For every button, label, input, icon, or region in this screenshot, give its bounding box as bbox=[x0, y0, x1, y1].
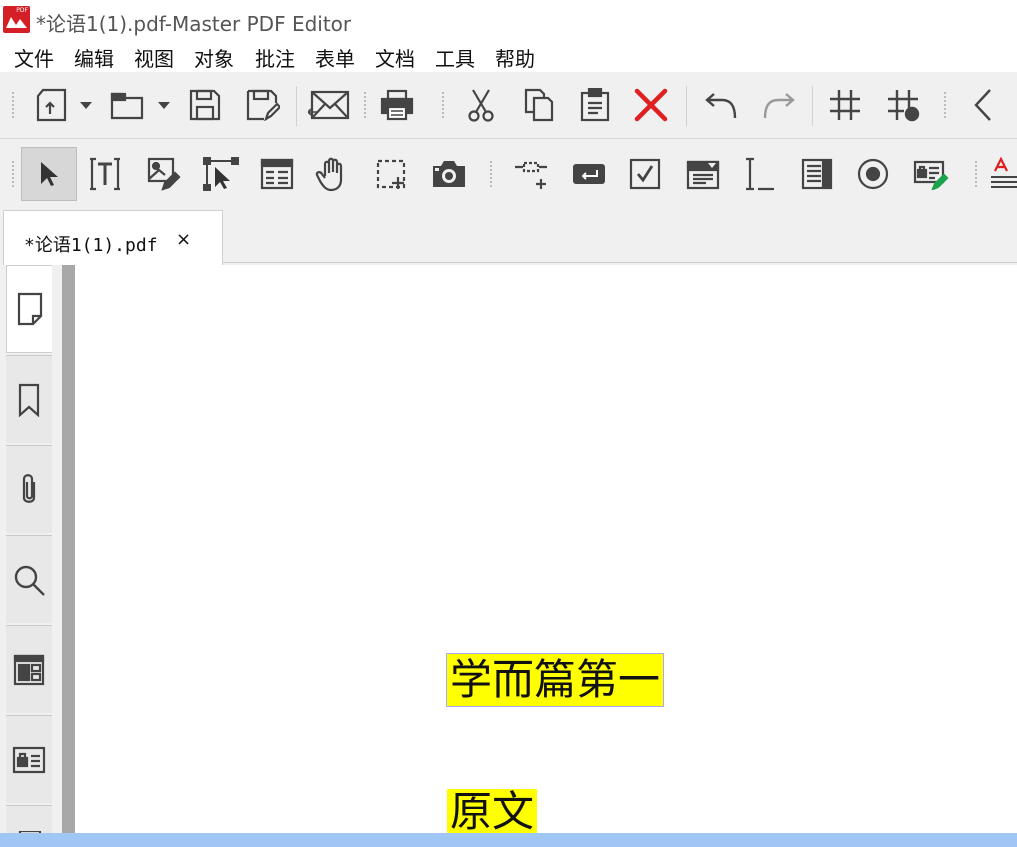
text-edit-icon[interactable] bbox=[82, 151, 128, 197]
menu-object[interactable]: 对象 bbox=[194, 43, 234, 72]
open-folder-icon[interactable] bbox=[104, 82, 150, 128]
bookmarks-icon[interactable] bbox=[6, 355, 52, 443]
button-field-icon[interactable] bbox=[566, 151, 612, 197]
menu-view[interactable]: 视图 bbox=[134, 43, 174, 72]
snapshot-camera-icon[interactable] bbox=[426, 151, 472, 197]
toolbar-grip[interactable] bbox=[12, 92, 16, 118]
status-bar bbox=[0, 833, 1017, 847]
copy-icon[interactable] bbox=[516, 82, 562, 128]
separator bbox=[686, 86, 687, 126]
attachments-icon[interactable] bbox=[6, 445, 52, 533]
menu-bar: 文件 编辑 视图 对象 批注 表单 文档 工具 帮助 bbox=[0, 40, 1017, 72]
menu-forms[interactable]: 表单 bbox=[315, 43, 355, 72]
save-icon[interactable] bbox=[182, 82, 228, 128]
email-icon[interactable] bbox=[306, 82, 352, 128]
pages-icon[interactable] bbox=[6, 265, 52, 353]
tools-toolbar bbox=[0, 139, 1017, 208]
menu-edit[interactable]: 编辑 bbox=[74, 43, 114, 72]
title-bar: PDF *论语1(1).pdf-Master PDF Editor bbox=[0, 0, 1017, 40]
object-select-icon[interactable] bbox=[198, 151, 244, 197]
search-icon[interactable] bbox=[6, 535, 52, 623]
select-pointer-icon[interactable] bbox=[21, 147, 77, 201]
document-heading[interactable]: 学而篇第一 bbox=[445, 653, 665, 707]
marquee-select-icon[interactable] bbox=[368, 151, 414, 197]
document-tab-strip: *论语1(1).pdf × bbox=[0, 207, 1017, 265]
separator bbox=[296, 86, 297, 126]
tab-document[interactable]: *论语1(1).pdf × bbox=[3, 210, 223, 265]
toolbar-grip[interactable] bbox=[12, 161, 16, 187]
tab-label: *论语1(1).pdf bbox=[24, 235, 158, 256]
tab-strip-border bbox=[223, 262, 1017, 263]
new-dropdown-arrow-icon[interactable] bbox=[80, 102, 92, 109]
combobox-field-icon[interactable] bbox=[680, 151, 726, 197]
snap-to-grid-icon[interactable] bbox=[880, 82, 926, 128]
delete-icon[interactable] bbox=[628, 82, 674, 128]
open-dropdown-arrow-icon[interactable] bbox=[158, 102, 170, 109]
save-as-icon[interactable] bbox=[240, 82, 286, 128]
print-icon[interactable] bbox=[374, 82, 420, 128]
document-canvas[interactable] bbox=[75, 265, 1017, 835]
paste-icon[interactable] bbox=[572, 82, 618, 128]
toolbar-grip[interactable] bbox=[364, 92, 368, 118]
document-subheading[interactable]: 原文 bbox=[447, 789, 538, 833]
toolbar-grip[interactable] bbox=[944, 92, 948, 118]
layers-icon[interactable] bbox=[6, 625, 52, 713]
new-document-icon[interactable] bbox=[28, 82, 74, 128]
menu-help[interactable]: 帮助 bbox=[495, 43, 535, 72]
text-field-icon[interactable] bbox=[736, 151, 782, 197]
hand-pan-icon[interactable] bbox=[310, 151, 356, 197]
cut-icon[interactable] bbox=[458, 82, 504, 128]
window-title: *论语1(1).pdf-Master PDF Editor bbox=[36, 12, 352, 36]
radio-button-icon[interactable] bbox=[850, 151, 896, 197]
text-annotation-icon[interactable] bbox=[986, 151, 1017, 197]
menu-file[interactable]: 文件 bbox=[14, 43, 54, 72]
signatures-icon[interactable] bbox=[6, 715, 52, 803]
signature-field-icon[interactable] bbox=[908, 151, 954, 197]
menu-comment[interactable]: 批注 bbox=[255, 43, 295, 72]
form-table-icon[interactable] bbox=[254, 151, 300, 197]
menu-tools[interactable]: 工具 bbox=[435, 43, 475, 72]
collapse-arrow-icon[interactable] bbox=[960, 82, 1006, 128]
checkbox-field-icon[interactable] bbox=[622, 151, 668, 197]
app-logo-icon: PDF bbox=[3, 6, 30, 33]
toolbar-grip[interactable] bbox=[490, 161, 494, 187]
separator bbox=[812, 86, 813, 126]
redo-icon[interactable] bbox=[756, 82, 802, 128]
panel-splitter[interactable] bbox=[62, 265, 75, 847]
link-insert-icon[interactable] bbox=[508, 151, 554, 197]
menu-document[interactable]: 文档 bbox=[375, 43, 415, 72]
grid-icon[interactable] bbox=[822, 82, 868, 128]
side-panel-tabs bbox=[0, 265, 62, 847]
undo-icon[interactable] bbox=[698, 82, 744, 128]
toolbar-grip[interactable] bbox=[442, 92, 446, 118]
main-toolbar bbox=[0, 72, 1017, 139]
toolbar-grip[interactable] bbox=[975, 161, 979, 187]
tab-close-icon[interactable]: × bbox=[176, 229, 191, 250]
listbox-field-icon[interactable] bbox=[794, 151, 840, 197]
image-edit-icon[interactable] bbox=[140, 151, 186, 197]
